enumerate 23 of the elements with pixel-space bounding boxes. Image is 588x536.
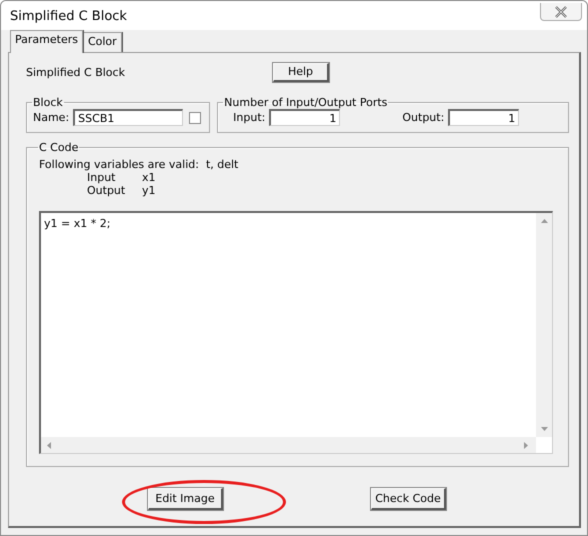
- group-title: Number of Input/Output Ports: [223, 96, 388, 109]
- code-editor[interactable]: y1 = x1 * 2;: [39, 211, 553, 454]
- variable-name: x1: [142, 171, 156, 184]
- variable-name: y1: [142, 184, 156, 197]
- tab[interactable]: Color: [82, 32, 122, 52]
- action-button[interactable]: Check Code: [371, 488, 446, 510]
- help-button[interactable]: Help: [273, 62, 329, 82]
- tab[interactable]: Parameters: [10, 30, 83, 53]
- description-label: Simplified C Block: [26, 66, 126, 78]
- name-label: Name:: [33, 111, 70, 124]
- group-title: Block: [32, 96, 64, 109]
- group-title: C Code: [38, 141, 80, 154]
- variable-label: Output: [87, 184, 126, 197]
- code-text: y1 = x1 * 2;: [44, 217, 110, 230]
- input-label: Input:: [233, 111, 266, 124]
- input-ports-field[interactable]: 1: [269, 109, 340, 126]
- action-button[interactable]: Edit Image: [148, 488, 223, 510]
- window-title: Simplified C Block: [10, 9, 127, 24]
- hint-text: Following variables are valid: t, delt: [39, 158, 240, 171]
- variable-label: Input: [87, 171, 116, 184]
- output-label: Output:: [402, 111, 444, 124]
- output-ports-field[interactable]: 1: [448, 109, 520, 126]
- name-field[interactable]: SSCB1: [73, 109, 184, 126]
